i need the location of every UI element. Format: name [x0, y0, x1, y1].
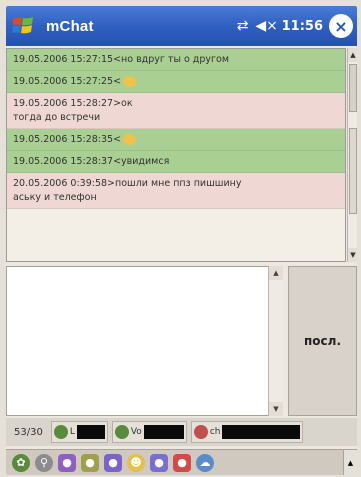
contact-tab[interactable]: Vo [111, 421, 187, 443]
scroll-down-arrow-icon[interactable]: ▼ [348, 248, 357, 262]
app-title: mChat [46, 17, 94, 35]
message-text: 19.05.2006 15:28:27>ок [13, 98, 133, 109]
contact-tab[interactable]: L [50, 421, 108, 443]
smiley-icon [123, 134, 137, 145]
contacts-bar: 53/30 L Vo ch [6, 418, 357, 446]
chat-message: 19.05.2006 15:28:27>ок тогда до встречи [7, 93, 345, 129]
contact-name: ch [209, 427, 221, 437]
input-scroll-down-icon[interactable]: ▼ [269, 402, 283, 416]
contact-status-icon [193, 425, 208, 439]
screen: mChat ⇄ ◀× 11:56 × 19.05.2006 15:27:15<н… [6, 6, 357, 475]
chat-message: 19.05.2006 15:28:37<увидимся [7, 151, 345, 173]
volume-muted-icon[interactable]: ◀× [255, 17, 278, 35]
message-text: 19.05.2006 15:27:15<но вдруг ты о другом [13, 54, 229, 65]
title-bar: mChat ⇄ ◀× 11:56 × [6, 6, 357, 46]
message-text: 19.05.2006 15:28:35< [13, 133, 341, 147]
contact-name: Vo [130, 427, 142, 437]
send-button[interactable]: посл. [288, 266, 357, 416]
cloud-icon[interactable]: ☁ [196, 453, 214, 472]
flower-icon[interactable]: ✿ [12, 453, 30, 472]
redacted-name [76, 425, 105, 439]
status-red-icon[interactable]: ● [173, 453, 191, 472]
message-text: 19.05.2006 15:27:25< [13, 75, 341, 89]
status-lavender-icon[interactable]: ● [150, 453, 168, 472]
chat-message: 20.05.2006 0:39:58>пошли мне ппз пишшину… [7, 173, 345, 209]
close-icon[interactable]: × [329, 14, 353, 38]
system-tray: ⇄ ◀× 11:56 × [234, 14, 353, 38]
message-text: тогда до встречи [13, 112, 101, 123]
message-counter: 53/30 [14, 426, 43, 438]
message-text: 20.05.2006 0:39:58>пошли мне ппз пишшину [13, 178, 242, 189]
contact-tab[interactable]: ch [190, 421, 304, 443]
contact-name: L [69, 427, 75, 437]
chat-message: 19.05.2006 15:28:35< [7, 129, 345, 151]
smiley-icon [123, 76, 137, 87]
contact-status-icon [114, 425, 129, 439]
message-input-scrollbar[interactable]: ▲ ▼ [268, 266, 283, 416]
redacted-name [143, 425, 184, 439]
windows-flag-icon [12, 17, 33, 34]
connectivity-icon[interactable]: ⇄ [234, 17, 252, 35]
chat-message: 19.05.2006 15:27:15<но вдруг ты о другом [7, 49, 345, 71]
scroll-up-arrow-icon[interactable]: ▲ [348, 48, 357, 62]
message-text: аську и телефон [13, 192, 97, 203]
bottom-toolbar: ✿ ⚲ ● ● ● ☻ ● ● ☁ ▲ [6, 449, 357, 475]
scrollbar-track-segment[interactable] [349, 128, 357, 214]
status-olive-icon[interactable]: ● [81, 453, 99, 472]
device-bezel: mChat ⇄ ◀× 11:56 × 19.05.2006 15:27:15<н… [0, 0, 361, 477]
contact-status-icon [53, 425, 68, 439]
status-violet-icon[interactable]: ● [104, 453, 122, 472]
start-button[interactable] [8, 11, 38, 41]
input-scroll-up-icon[interactable]: ▲ [269, 266, 283, 280]
toolbar-menu-arrow-icon[interactable]: ▲ [343, 449, 357, 475]
chat-message: 19.05.2006 15:27:25< [7, 71, 345, 93]
message-text: 19.05.2006 15:28:37<увидимся [13, 156, 170, 167]
redacted-name [222, 425, 301, 439]
status-purple-icon[interactable]: ● [58, 453, 76, 472]
chat-log-scrollbar[interactable]: ▲ ▼ [347, 48, 357, 262]
message-input[interactable] [6, 266, 282, 416]
smile-icon[interactable]: ☻ [127, 453, 145, 472]
scrollbar-thumb[interactable] [349, 64, 357, 112]
link-icon[interactable]: ⚲ [35, 453, 53, 472]
chat-log[interactable]: 19.05.2006 15:27:15<но вдруг ты о другом… [6, 48, 346, 262]
clock[interactable]: 11:56 [282, 19, 323, 34]
